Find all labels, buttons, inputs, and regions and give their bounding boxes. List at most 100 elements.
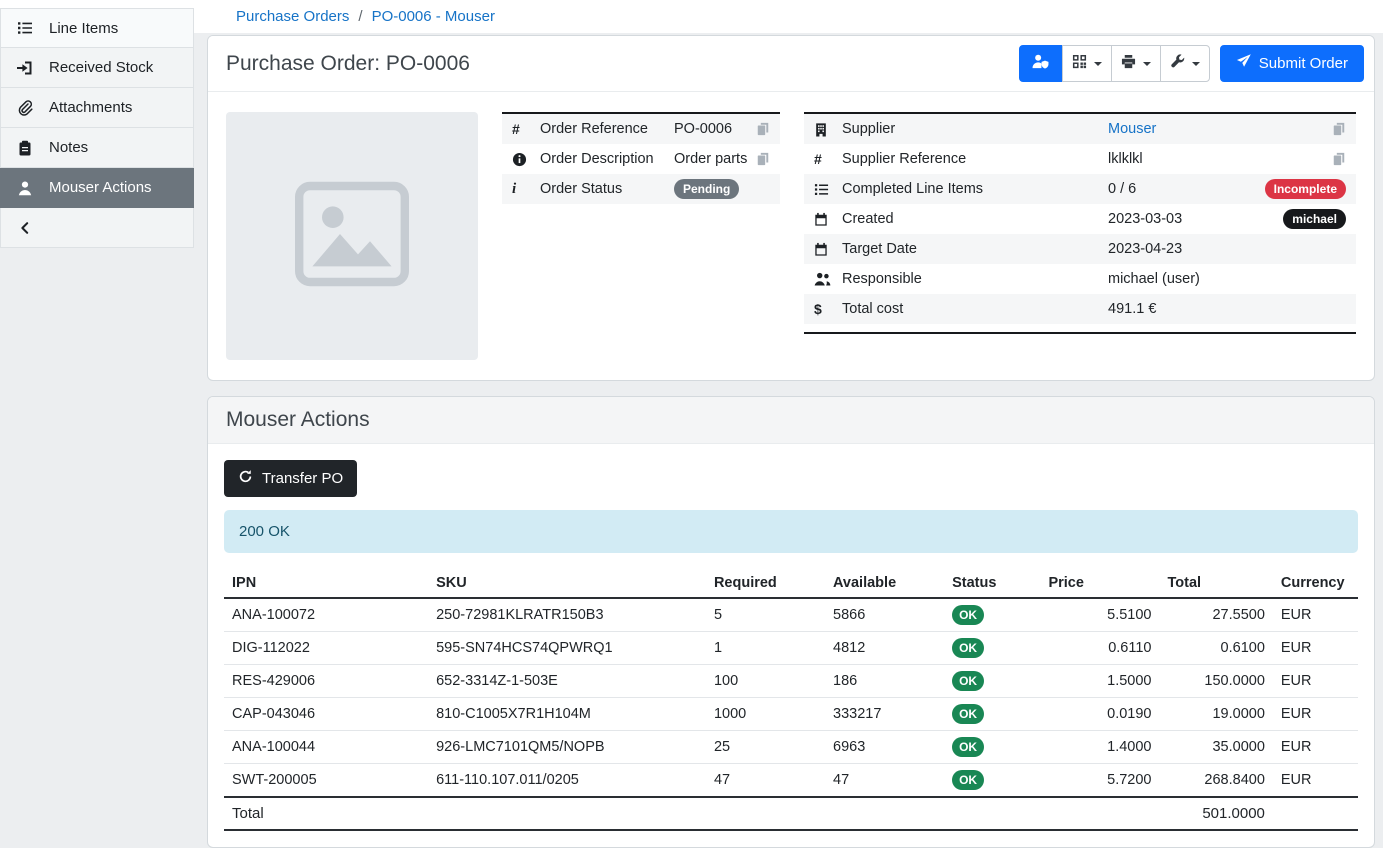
detail-row-supplier: Supplier Mouser — [804, 114, 1356, 144]
detail-row-target-date: Target Date 2023-04-23 — [804, 234, 1356, 264]
cell-sku: 810-C1005X7R1H104M — [428, 698, 706, 731]
mouser-actions-panel: Mouser Actions Transfer PO 200 OK — [207, 396, 1375, 848]
cell-price: 1.4000 — [1040, 731, 1159, 764]
cell-available: 186 — [825, 665, 944, 698]
cell-currency: EUR — [1273, 665, 1358, 698]
cell-sku: 926-LMC7101QM5/NOPB — [428, 731, 706, 764]
table-row: SWT-200005 611-110.107.011/0205 47 47 OK… — [224, 764, 1358, 798]
detail-label: Completed Line Items — [842, 181, 1108, 197]
order-image-placeholder[interactable] — [226, 112, 478, 360]
detail-label: Order Reference — [540, 121, 674, 137]
breadcrumb-link-purchase-orders[interactable]: Purchase Orders — [236, 8, 349, 25]
cell-sku: 611-110.107.011/0205 — [428, 764, 706, 798]
user-icon — [16, 180, 34, 196]
cell-total: 35.0000 — [1160, 731, 1273, 764]
cell-required: 47 — [706, 764, 825, 798]
sidebar-item-label: Attachments — [49, 99, 132, 116]
panel-title: Mouser Actions — [226, 408, 370, 432]
content-area: Purchase Orders / PO-0006 - Mouser Purch… — [194, 0, 1383, 794]
table-row: ANA-100044 926-LMC7101QM5/NOPB 25 6963 O… — [224, 731, 1358, 764]
breadcrumb-link-current-order[interactable]: PO-0006 - Mouser — [372, 8, 495, 25]
send-icon — [1236, 54, 1251, 73]
detail-label: Supplier Reference — [842, 151, 1108, 167]
note-icon — [16, 140, 34, 156]
column-header-total: Total — [1160, 569, 1273, 598]
dollar-icon: $ — [814, 301, 842, 317]
detail-value: 2023-03-03 — [1108, 211, 1283, 227]
transfer-po-label: Transfer PO — [262, 470, 343, 487]
chevron-down-icon — [1143, 62, 1151, 66]
detail-value: 491.1 € — [1108, 301, 1346, 317]
submit-order-button[interactable]: Submit Order — [1220, 45, 1364, 82]
mouser-actions-panel-header: Mouser Actions — [208, 397, 1374, 444]
table-row: CAP-043046 810-C1005X7R1H104M 1000 33321… — [224, 698, 1358, 731]
copy-icon[interactable] — [1332, 152, 1346, 166]
cell-price: 0.0190 — [1040, 698, 1159, 731]
copy-icon[interactable] — [756, 152, 770, 166]
print-menu-button[interactable] — [1111, 45, 1161, 82]
sidebar-item-mouser-actions[interactable]: Mouser Actions — [0, 168, 194, 208]
barcode-actions-button[interactable] — [1019, 45, 1063, 82]
cell-total: 0.6100 — [1160, 632, 1273, 665]
cell-price: 5.7200 — [1040, 764, 1159, 798]
sidebar-collapse-button[interactable] — [0, 208, 194, 248]
ok-badge: OK — [952, 704, 984, 724]
toolbar: Submit Order — [1019, 45, 1364, 82]
column-header-status: Status — [944, 569, 1040, 598]
sidebar-item-line-items[interactable]: Line Items — [0, 8, 194, 48]
user-badge: michael — [1283, 209, 1346, 229]
tools-icon — [1170, 54, 1185, 73]
status-badge: Pending — [674, 179, 739, 199]
cell-required: 100 — [706, 665, 825, 698]
cell-currency: EUR — [1273, 598, 1358, 632]
sidebar-item-notes[interactable]: Notes — [0, 128, 194, 168]
cell-required: 1 — [706, 632, 825, 665]
table-row: DIG-112022 595-SN74HCS74QPWRQ1 1 4812 OK… — [224, 632, 1358, 665]
copy-icon[interactable] — [756, 122, 770, 136]
detail-value: lklklkl — [1108, 151, 1332, 167]
cell-total: 27.5500 — [1160, 598, 1273, 632]
sidebar-item-label: Notes — [49, 139, 88, 156]
cell-ipn: ANA-100072 — [224, 598, 428, 632]
sidebar: Line Items Received Stock Attachments No… — [0, 8, 194, 248]
transfer-po-button[interactable]: Transfer PO — [224, 460, 357, 497]
table-row: RES-429006 652-3314Z-1-503E 100 186 OK 1… — [224, 665, 1358, 698]
cell-ipn: ANA-100044 — [224, 731, 428, 764]
cell-ipn: SWT-200005 — [224, 764, 428, 798]
detail-value: 0 / 6 — [1108, 181, 1265, 197]
cell-available: 47 — [825, 764, 944, 798]
column-header-available: Available — [825, 569, 944, 598]
parts-table: IPN SKU Required Available Status Price … — [224, 569, 1358, 831]
detail-label: Responsible — [842, 271, 1108, 287]
cell-total: 19.0000 — [1160, 698, 1273, 731]
chevron-down-icon — [1192, 62, 1200, 66]
detail-label: Total cost — [842, 301, 1108, 317]
cell-price: 5.5100 — [1040, 598, 1159, 632]
detail-label: Target Date — [842, 241, 1108, 257]
detail-label: Created — [842, 211, 1108, 227]
chevron-down-icon — [1094, 62, 1102, 66]
info-circle-icon — [512, 152, 540, 167]
order-actions-menu-button[interactable] — [1160, 45, 1210, 82]
calendar-icon — [814, 242, 842, 257]
ok-badge: OK — [952, 638, 984, 658]
breadcrumb: Purchase Orders / PO-0006 - Mouser — [194, 0, 1383, 33]
cell-required: 25 — [706, 731, 825, 764]
cell-price: 1.5000 — [1040, 665, 1159, 698]
sidebar-item-received-stock[interactable]: Received Stock — [0, 48, 194, 88]
cell-required: 5 — [706, 598, 825, 632]
cell-total: 268.8400 — [1160, 764, 1273, 798]
sidebar-item-attachments[interactable]: Attachments — [0, 88, 194, 128]
image-icon — [292, 174, 412, 299]
purchase-order-details-body: # Order Reference PO-0006 Order Descript… — [208, 92, 1374, 380]
supplier-link[interactable]: Mouser — [1108, 121, 1156, 137]
cell-sku: 595-SN74HCS74QPWRQ1 — [428, 632, 706, 665]
cell-sku: 652-3314Z-1-503E — [428, 665, 706, 698]
sidebar-item-label: Line Items — [49, 20, 118, 37]
qr-menu-button[interactable] — [1062, 45, 1112, 82]
refresh-icon — [238, 469, 253, 488]
detail-row-total-cost: $ Total cost 491.1 € — [804, 294, 1356, 324]
copy-icon[interactable] — [1332, 122, 1346, 136]
breadcrumb-separator: / — [358, 8, 362, 25]
cell-ipn: DIG-112022 — [224, 632, 428, 665]
